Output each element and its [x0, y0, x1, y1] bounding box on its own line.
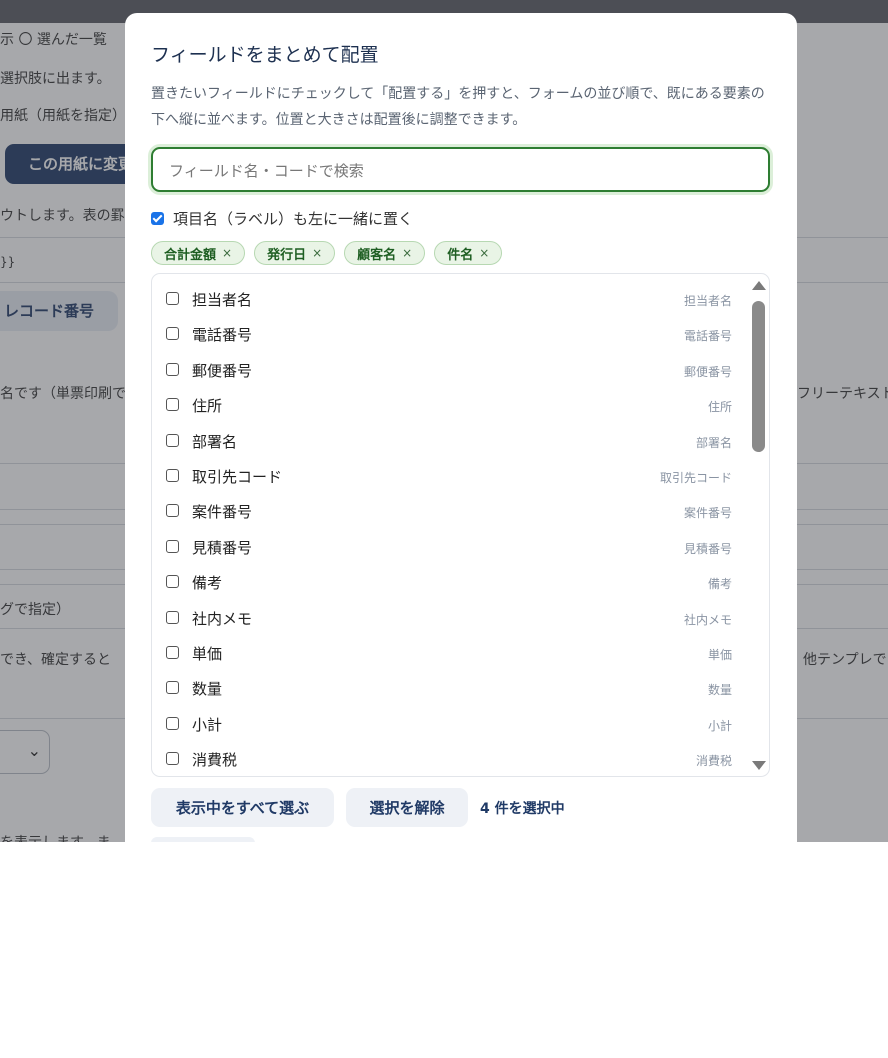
field-checkbox[interactable] [166, 681, 179, 694]
remove-chip-icon[interactable]: × [402, 246, 412, 260]
field-item[interactable]: 住所 住所 [152, 390, 747, 425]
field-search-box[interactable] [151, 147, 770, 192]
field-code: 郵便番号 [683, 365, 732, 379]
label-option-checkbox[interactable] [151, 211, 164, 225]
remove-chip-icon[interactable]: × [312, 246, 322, 260]
selected-chip[interactable]: 顧客名 × [344, 241, 426, 265]
field-code: 電話番号 [683, 329, 732, 343]
field-name: 数量 [192, 680, 223, 698]
field-item[interactable]: 郵便番号 郵便番号 [152, 355, 747, 390]
field-checkbox[interactable] [166, 434, 179, 447]
field-checkbox[interactable] [166, 469, 179, 482]
field-code: 担当者名 [683, 294, 732, 308]
field-checkbox[interactable] [166, 611, 179, 624]
selected-chips: 合計金額 × 発行日 × 顧客名 × 件名 × [151, 241, 503, 265]
field-checkbox[interactable] [166, 398, 179, 411]
field-item[interactable]: 社内メモ 社内メモ [152, 603, 747, 638]
field-item[interactable]: 単価 単価 [152, 638, 747, 673]
field-checkbox[interactable] [166, 327, 179, 340]
bulk-place-fields-modal: フィールドをまとめて配置 置きたいフィールドにチェックして「配置する」を押すと、… [125, 13, 797, 842]
field-name: 住所 [192, 397, 223, 415]
field-item[interactable]: 案件番号 案件番号 [152, 496, 747, 531]
field-item[interactable]: 見積番号 見積番号 [152, 532, 747, 567]
field-name: 担当者名 [192, 291, 253, 309]
field-checkbox[interactable] [166, 575, 179, 588]
selected-chip[interactable]: 合計金額 × [151, 241, 246, 265]
scroll-down-arrow-icon[interactable] [752, 761, 766, 770]
field-item[interactable]: 取引先コード 取引先コード [152, 461, 747, 496]
label-option-row[interactable]: 項目名（ラベル）も左に一緒に置く [151, 208, 413, 228]
field-item[interactable]: 小計 小計 [152, 709, 747, 744]
remove-chip-icon[interactable]: × [479, 246, 489, 260]
field-name: 見積番号 [192, 539, 253, 557]
field-checkbox[interactable] [166, 504, 179, 517]
field-code: 小計 [707, 719, 732, 733]
field-name: 小計 [192, 716, 223, 734]
field-code: 単価 [707, 648, 732, 662]
field-code: 備考 [707, 577, 732, 591]
field-name: 取引先コード [192, 468, 283, 486]
field-name: 郵便番号 [192, 362, 253, 380]
chip-label: 件名 [447, 247, 474, 263]
field-item[interactable]: 備考 備考 [152, 567, 747, 602]
field-item[interactable]: 部署名 部署名 [152, 426, 747, 461]
field-code: 住所 [707, 400, 732, 414]
field-code: 社内メモ [683, 613, 732, 627]
field-checkbox[interactable] [166, 363, 179, 376]
scroll-thumb[interactable] [752, 301, 765, 452]
selected-chip[interactable]: 件名 × [434, 241, 503, 265]
chip-label: 顧客名 [357, 247, 397, 263]
remove-chip-icon[interactable]: × [222, 246, 232, 260]
selected-chip[interactable]: 発行日 × [254, 241, 336, 265]
field-code: 見積番号 [683, 542, 732, 556]
field-name: 社内メモ [192, 610, 253, 628]
selected-count: 4 件を選択中 [480, 801, 565, 817]
modal-description: 置きたいフィールドにチェックして「配置する」を押すと、フォームの並び順で、既にあ… [151, 86, 765, 128]
field-code: 部署名 [695, 436, 732, 450]
field-name: 部署名 [192, 433, 238, 451]
field-item[interactable]: 消費税 消費税 [152, 744, 747, 776]
field-list: 担当者名 担当者名 電話番号 電話番号 郵便番号 郵便番号 住所 住所 部署名 部署名 取… [151, 273, 770, 777]
field-name: 案件番号 [192, 503, 253, 521]
field-item[interactable]: 電話番号 電話番号 [152, 319, 747, 354]
field-checkbox[interactable] [166, 717, 179, 730]
label-option-text: 項目名（ラベル）も左に一緒に置く [173, 209, 414, 228]
field-code: 消費税 [695, 754, 732, 768]
field-code: 案件番号 [683, 506, 732, 520]
clear-selection-button[interactable]: 選択を解除 [346, 788, 468, 827]
field-checkbox[interactable] [166, 646, 179, 659]
select-all-visible-button[interactable]: 表示中をすべて選ぶ [151, 788, 334, 827]
field-item[interactable]: 担当者名 担当者名 [152, 284, 747, 319]
chip-label: 発行日 [267, 247, 307, 263]
field-name: 消費税 [192, 751, 238, 769]
field-checkbox[interactable] [166, 292, 179, 305]
scroll-up-arrow-icon[interactable] [752, 281, 766, 290]
field-search-input[interactable] [167, 149, 751, 192]
field-checkbox[interactable] [166, 752, 179, 765]
field-checkbox[interactable] [166, 540, 179, 553]
field-code: 取引先コード [659, 471, 732, 485]
chip-label: 合計金額 [164, 247, 217, 263]
field-code: 数量 [707, 683, 732, 697]
field-name: 単価 [192, 645, 223, 663]
field-item[interactable]: 数量 数量 [152, 673, 747, 708]
place-button-peek[interactable] [151, 837, 255, 842]
field-name: 備考 [192, 574, 223, 592]
modal-title: フィールドをまとめて配置 [151, 44, 379, 66]
list-scrollbar[interactable] [748, 274, 769, 776]
field-name: 電話番号 [192, 326, 253, 344]
